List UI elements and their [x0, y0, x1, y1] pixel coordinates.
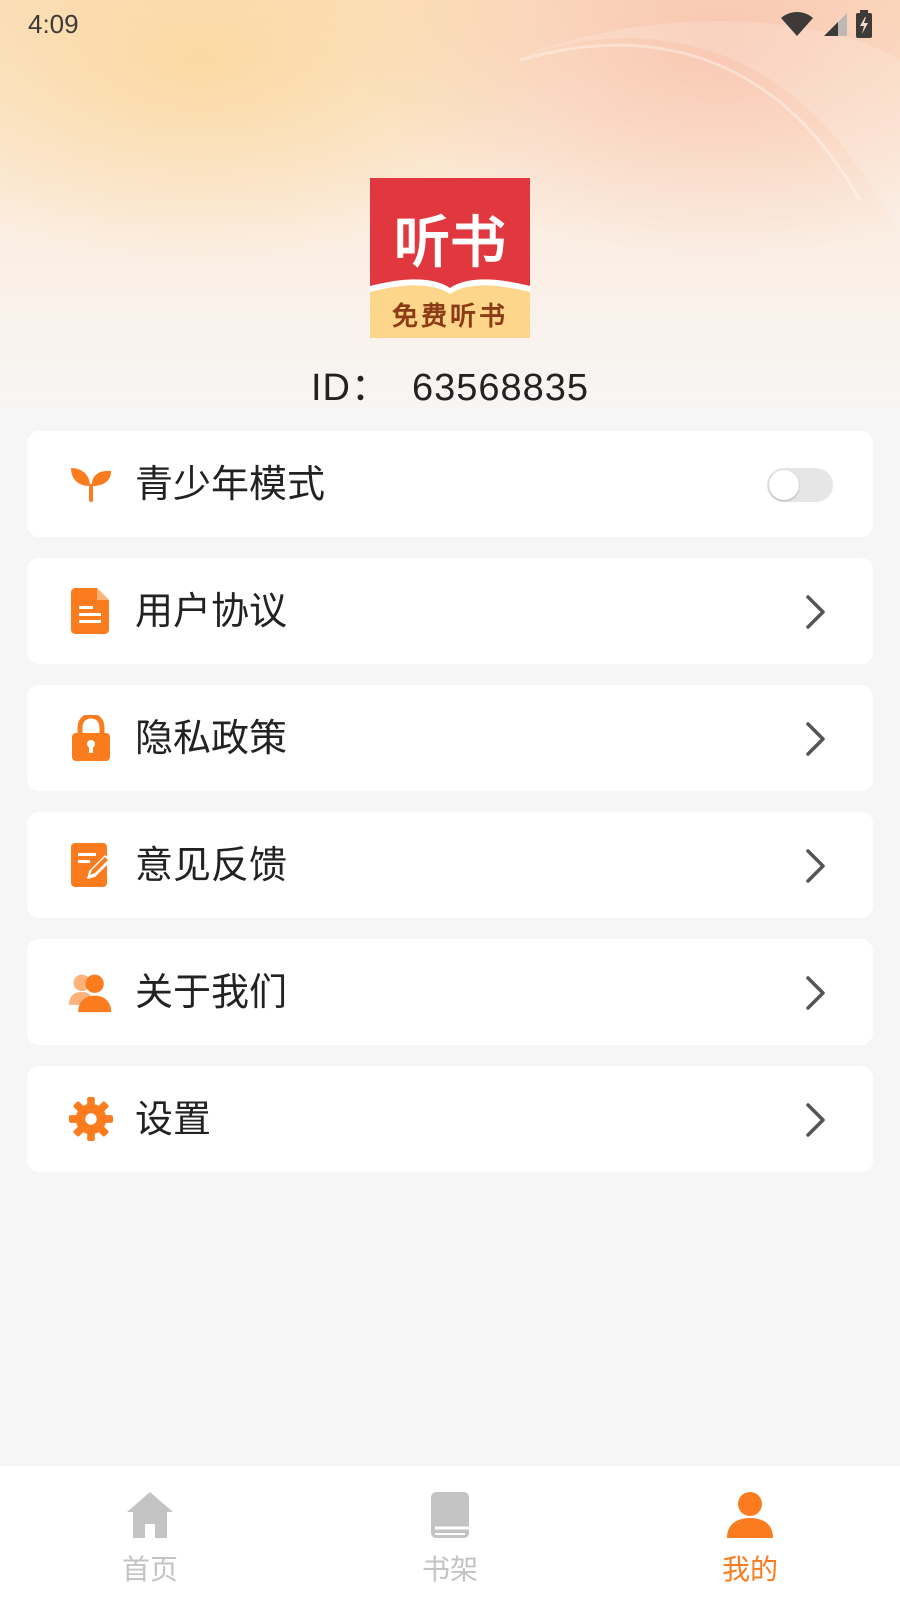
feedback-edit-icon [69, 843, 113, 887]
signal-icon [824, 13, 847, 36]
status-time: 4:09 [28, 9, 79, 39]
sprout-icon [69, 462, 113, 506]
bottom-tab-bar: 首页 书架 我的 [0, 1466, 900, 1600]
menu-item-youth-mode[interactable]: 青少年模式 [27, 431, 873, 537]
tab-label-home: 首页 [121, 1553, 178, 1586]
menu-label-settings: 设置 [135, 1097, 212, 1141]
home-icon [127, 1492, 173, 1538]
menu-item-feedback[interactable]: 意见反馈 [27, 812, 873, 918]
tab-bookshelf[interactable]: 书架 [300, 1466, 600, 1600]
tab-label-bookshelf: 书架 [421, 1553, 478, 1586]
tab-mine[interactable]: 我的 [600, 1466, 900, 1600]
user-id-label: ID： [310, 367, 390, 409]
menu-label-user-agreement: 用户协议 [135, 589, 288, 633]
status-bar: 4:09 [0, 0, 900, 50]
user-id-value: 63568835 [411, 367, 590, 409]
logo-main-text: 听书 [394, 211, 506, 276]
app-logo: 听书 免费听书 [370, 178, 530, 338]
status-icons [780, 10, 872, 38]
menu-label-about-us: 关于我们 [135, 970, 288, 1014]
users-icon [69, 970, 113, 1014]
toggle-knob [769, 470, 799, 500]
gear-icon [69, 1097, 113, 1141]
tab-label-mine: 我的 [721, 1553, 778, 1586]
menu-item-privacy-policy[interactable]: 隐私政策 [27, 685, 873, 791]
chevron-right-icon [806, 722, 825, 756]
menu-label-privacy-policy: 隐私政策 [135, 716, 288, 760]
lock-icon [69, 715, 113, 761]
document-icon [69, 588, 113, 634]
menu-label-feedback: 意见反馈 [135, 843, 288, 887]
menu-item-user-agreement[interactable]: 用户协议 [27, 558, 873, 664]
logo-sub-text: 免费听书 [392, 301, 508, 332]
user-id: ID： 63568835 [0, 356, 900, 411]
person-icon [727, 1492, 773, 1538]
chevron-right-icon [806, 976, 825, 1010]
tab-home[interactable]: 首页 [0, 1466, 300, 1600]
chevron-right-icon [806, 1103, 825, 1137]
bookshelf-icon [431, 1492, 469, 1538]
menu-label-youth-mode: 青少年模式 [135, 462, 326, 506]
wifi-icon [781, 12, 813, 36]
menu-item-about-us[interactable]: 关于我们 [27, 939, 873, 1045]
youth-mode-toggle[interactable] [767, 468, 833, 502]
menu-item-settings[interactable]: 设置 [27, 1066, 873, 1172]
battery-icon [856, 10, 872, 38]
chevron-right-icon [806, 595, 825, 629]
settings-menu: 青少年模式 用户协议 隐私政策 意见反馈 关于我们 设置 [27, 431, 873, 1193]
chevron-right-icon [806, 849, 825, 883]
